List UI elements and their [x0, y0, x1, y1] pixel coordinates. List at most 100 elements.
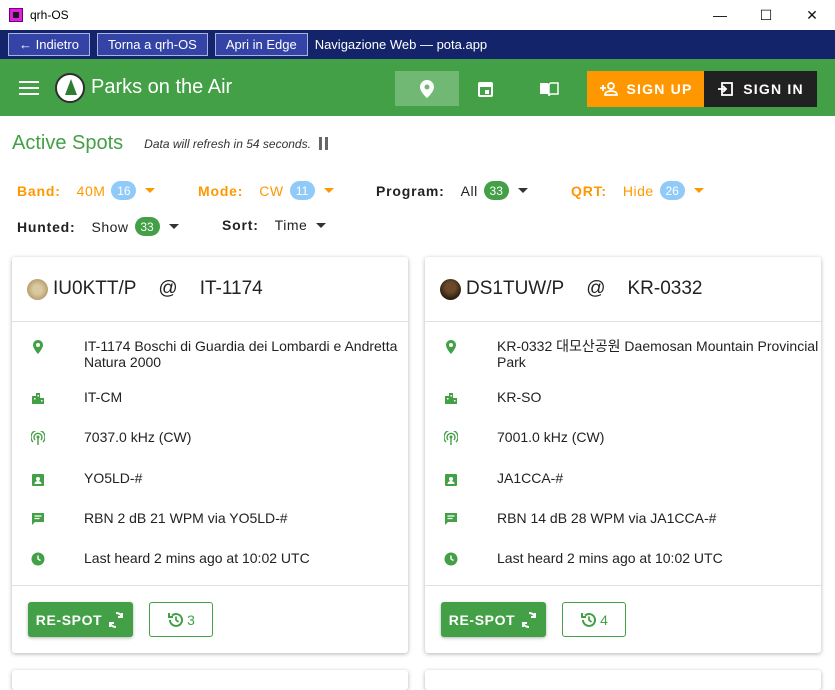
chevron-down-icon — [145, 188, 156, 193]
sign-in-label: SIGN IN — [743, 81, 804, 97]
sort-filter[interactable]: Sort: Time — [222, 217, 327, 233]
chevron-down-icon — [316, 222, 327, 228]
sort-filter-value: Time — [274, 217, 308, 233]
app-icon — [9, 8, 23, 22]
chevron-down-icon — [323, 188, 334, 193]
hunted-filter-value: Show — [91, 218, 129, 235]
hunted-filter[interactable]: Hunted: Show 33 — [17, 217, 179, 236]
hunted-count-badge: 33 — [134, 217, 160, 236]
mode-filter[interactable]: Mode: CW 11 — [198, 181, 334, 200]
nav-title: Navigazione Web — pota.app — [314, 37, 488, 52]
clock-icon — [444, 552, 458, 566]
spotter: YO5LD-# — [84, 470, 143, 486]
frequency: 7001.0 kHz (CW) — [497, 429, 605, 445]
spot-card — [425, 670, 821, 690]
location-row: IT-CM — [12, 389, 408, 429]
chevron-down-icon — [517, 188, 528, 193]
map-pin-icon — [446, 340, 456, 354]
band-count-badge: 16 — [111, 181, 137, 200]
spot-card: IU0KTT/P @ IT-1174 IT-1174 Boschi di Gua… — [12, 257, 408, 653]
login-icon — [718, 82, 734, 96]
window-title: qrh-OS — [30, 8, 69, 22]
open-in-edge-button[interactable]: Apri in Edge — [214, 33, 308, 56]
brand-title[interactable]: Parks on the Air — [91, 76, 232, 99]
park-name: IT-1174 Boschi di Guardia dei Lombardi e… — [84, 338, 398, 370]
program-filter-label: Program: — [376, 182, 445, 199]
history-count: 3 — [187, 611, 195, 628]
clock-icon — [31, 552, 45, 566]
last-heard: Last heard 2 mins ago at 10:02 UTC — [497, 550, 723, 566]
location: KR-SO — [497, 389, 542, 405]
chevron-down-icon — [168, 224, 179, 229]
city-icon — [32, 393, 44, 404]
home-button[interactable]: Torna a qrh-OS — [96, 33, 208, 56]
heard-row: Last heard 2 mins ago at 10:02 UTC — [425, 550, 821, 580]
activator-callsign[interactable]: IU0KTT/P — [53, 278, 136, 300]
band-filter[interactable]: Band: 40M 16 — [17, 181, 156, 200]
activator-callsign[interactable]: DS1TUW/P — [466, 278, 564, 300]
respot-label: RE-SPOT — [448, 611, 516, 628]
sign-in-button[interactable]: SIGN IN — [704, 71, 817, 107]
back-button[interactable]: ← Indietro — [8, 33, 90, 56]
band-filter-value: 40M — [76, 182, 106, 199]
comment-row: RBN 14 dB 28 WPM via JA1CCA-# — [425, 510, 821, 550]
calendar-icon[interactable] — [453, 71, 517, 106]
history-icon — [581, 612, 597, 627]
map-pin-icon[interactable] — [395, 71, 459, 106]
last-heard: Last heard 2 mins ago at 10:02 UTC — [84, 550, 310, 566]
program-filter[interactable]: Program: All 33 — [376, 181, 528, 200]
add-person-icon — [599, 82, 618, 96]
location: IT-CM — [84, 389, 123, 405]
respot-button[interactable]: RE-SPOT — [441, 602, 546, 637]
refresh-icon — [109, 611, 124, 628]
chevron-down-icon — [693, 188, 704, 193]
qrt-filter[interactable]: QRT: Hide 26 — [571, 181, 704, 200]
comment-row: RBN 2 dB 21 WPM via YO5LD-# — [12, 510, 408, 550]
heard-row: Last heard 2 mins ago at 10:02 UTC — [12, 550, 408, 580]
window-titlebar: qrh-OS — ☐ ✕ — [0, 0, 835, 30]
park-reference[interactable]: KR-0332 — [627, 278, 702, 300]
spotter-row: JA1CCA-# — [425, 470, 821, 510]
refresh-status: Data will refresh in 54 seconds. — [144, 136, 311, 151]
badge-icon — [445, 474, 457, 486]
program-filter-value: All — [460, 182, 478, 199]
refresh-icon — [522, 611, 537, 628]
at-sign: @ — [586, 278, 606, 299]
antenna-icon — [31, 431, 45, 445]
park-name-row: IT-1174 Boschi di Guardia dei Lombardi e… — [12, 338, 408, 389]
spot-card-actions: RE-SPOT 3 — [12, 585, 408, 637]
city-icon — [445, 393, 457, 404]
spot-history-button[interactable]: 3 — [149, 602, 213, 637]
comment-icon — [445, 513, 457, 525]
history-icon — [168, 612, 184, 627]
spotter-row: YO5LD-# — [12, 470, 408, 510]
menu-icon[interactable] — [19, 77, 39, 99]
park-reference[interactable]: IT-1174 — [200, 278, 263, 300]
respot-button[interactable]: RE-SPOT — [28, 602, 133, 637]
sign-up-label: SIGN UP — [626, 81, 693, 97]
minimize-button[interactable]: — — [697, 0, 743, 30]
respot-label: RE-SPOT — [35, 611, 103, 628]
qrt-filter-value: Hide — [622, 182, 654, 199]
page-title: Active Spots — [12, 132, 124, 154]
frequency-row: 7037.0 kHz (CW) — [12, 429, 408, 470]
spot-card-header: IU0KTT/P @ IT-1174 — [12, 257, 408, 322]
qrt-count-badge: 26 — [659, 181, 685, 200]
mode-count-badge: 11 — [289, 181, 315, 200]
book-icon[interactable] — [517, 71, 581, 106]
park-name-row: KR-0332 대모산공원 Daemosan Mountain Provinci… — [425, 338, 821, 389]
spot-history-button[interactable]: 4 — [562, 602, 626, 637]
close-button[interactable]: ✕ — [789, 0, 835, 30]
program-count-badge: 33 — [483, 181, 509, 200]
maximize-button[interactable]: ☐ — [743, 0, 789, 30]
pause-icon[interactable] — [318, 137, 331, 150]
avatar — [440, 278, 461, 300]
frequency-row: 7001.0 kHz (CW) — [425, 429, 821, 470]
sign-up-button[interactable]: SIGN UP — [587, 71, 704, 107]
spot-card — [12, 670, 408, 690]
band-filter-label: Band: — [17, 182, 61, 199]
qrt-filter-label: QRT: — [571, 182, 607, 199]
spot-card-actions: RE-SPOT 4 — [425, 585, 821, 637]
spot-comment: RBN 2 dB 21 WPM via YO5LD-# — [84, 510, 288, 526]
park-name: KR-0332 대모산공원 Daemosan Mountain Provinci… — [497, 338, 819, 370]
